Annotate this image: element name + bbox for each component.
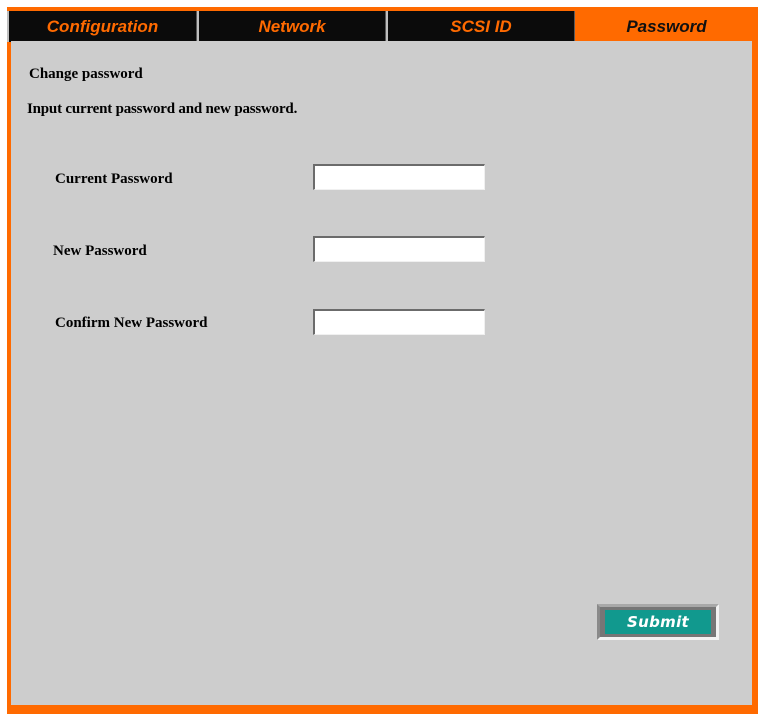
tab-configuration[interactable]: Configuration [7,11,197,42]
tab-network[interactable]: Network [197,11,386,42]
tab-scsi-id[interactable]: SCSI ID [386,11,575,42]
tab-scsi-id-label: SCSI ID [450,16,512,36]
tab-password[interactable]: Password [575,11,758,42]
tab-network-label: Network [258,16,326,36]
current-password-label: Current Password [55,171,173,187]
tab-password-label: Password [626,16,707,36]
password-panel: Change password Input current password a… [11,41,752,705]
submit-button[interactable]: Submit [597,604,719,640]
confirm-password-input[interactable] [313,309,485,335]
tab-configuration-label: Configuration [46,16,159,36]
window-frame: Configuration Network SCSI ID Password C… [7,7,758,714]
new-password-label: New Password [53,243,147,259]
current-password-input[interactable] [313,164,485,190]
instructions-text: Input current password and new password. [27,101,298,117]
submit-button-label: Submit [605,610,711,634]
new-password-input[interactable] [313,236,485,262]
page-title: Change password [29,66,143,82]
confirm-password-label: Confirm New Password [55,315,208,331]
